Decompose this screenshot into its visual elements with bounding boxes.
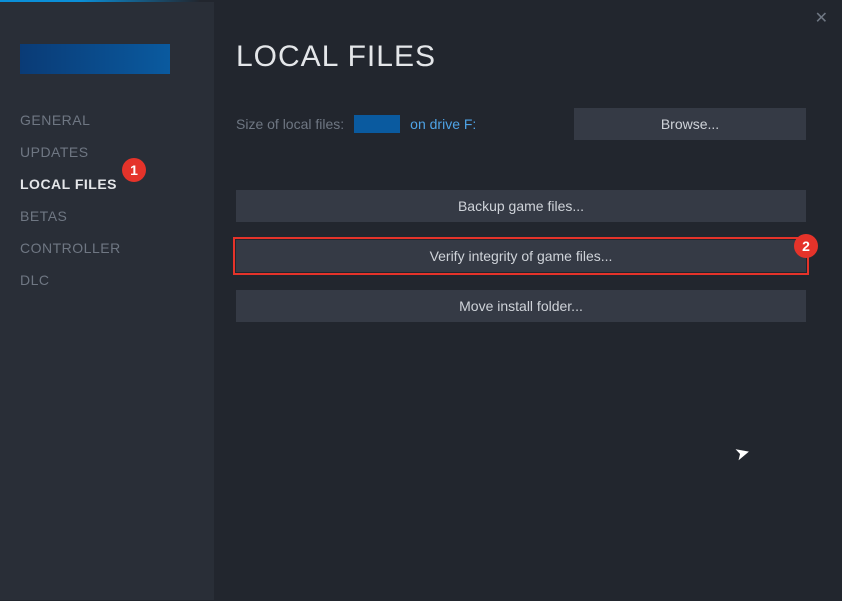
close-icon[interactable]: ✕ bbox=[815, 8, 828, 28]
size-row: Size of local files: on drive F: Browse.… bbox=[236, 108, 806, 140]
backup-button[interactable]: Backup game files... bbox=[236, 190, 806, 222]
nav-updates[interactable]: UPDATES bbox=[20, 136, 194, 168]
sidebar: GENERAL UPDATES LOCAL FILES BETAS CONTRO… bbox=[0, 2, 214, 600]
page-title: LOCAL FILES bbox=[236, 40, 806, 74]
nav-local-files[interactable]: LOCAL FILES bbox=[20, 168, 194, 200]
size-label: Size of local files: bbox=[236, 116, 344, 132]
size-value-redacted bbox=[354, 115, 400, 133]
annotation-badge-2: 2 bbox=[794, 234, 818, 258]
cursor-icon: ➤ bbox=[733, 441, 753, 465]
verify-integrity-button[interactable]: Verify integrity of game files... bbox=[236, 240, 806, 272]
nav-controller[interactable]: CONTROLLER bbox=[20, 232, 194, 264]
content-area: LOCAL FILES Size of local files: on driv… bbox=[236, 40, 806, 322]
browse-button[interactable]: Browse... bbox=[574, 108, 806, 140]
move-folder-button[interactable]: Move install folder... bbox=[236, 290, 806, 322]
nav-list: GENERAL UPDATES LOCAL FILES BETAS CONTRO… bbox=[0, 104, 214, 296]
nav-betas[interactable]: BETAS bbox=[20, 200, 194, 232]
action-buttons: Backup game files... Verify integrity of… bbox=[236, 190, 806, 322]
settings-window: ✕ GENERAL UPDATES LOCAL FILES BETAS CONT… bbox=[0, 0, 842, 601]
annotation-badge-1: 1 bbox=[122, 158, 146, 182]
nav-dlc[interactable]: DLC bbox=[20, 264, 194, 296]
drive-link[interactable]: on drive F: bbox=[410, 116, 476, 132]
nav-general[interactable]: GENERAL bbox=[20, 104, 194, 136]
game-logo-placeholder bbox=[20, 44, 170, 74]
